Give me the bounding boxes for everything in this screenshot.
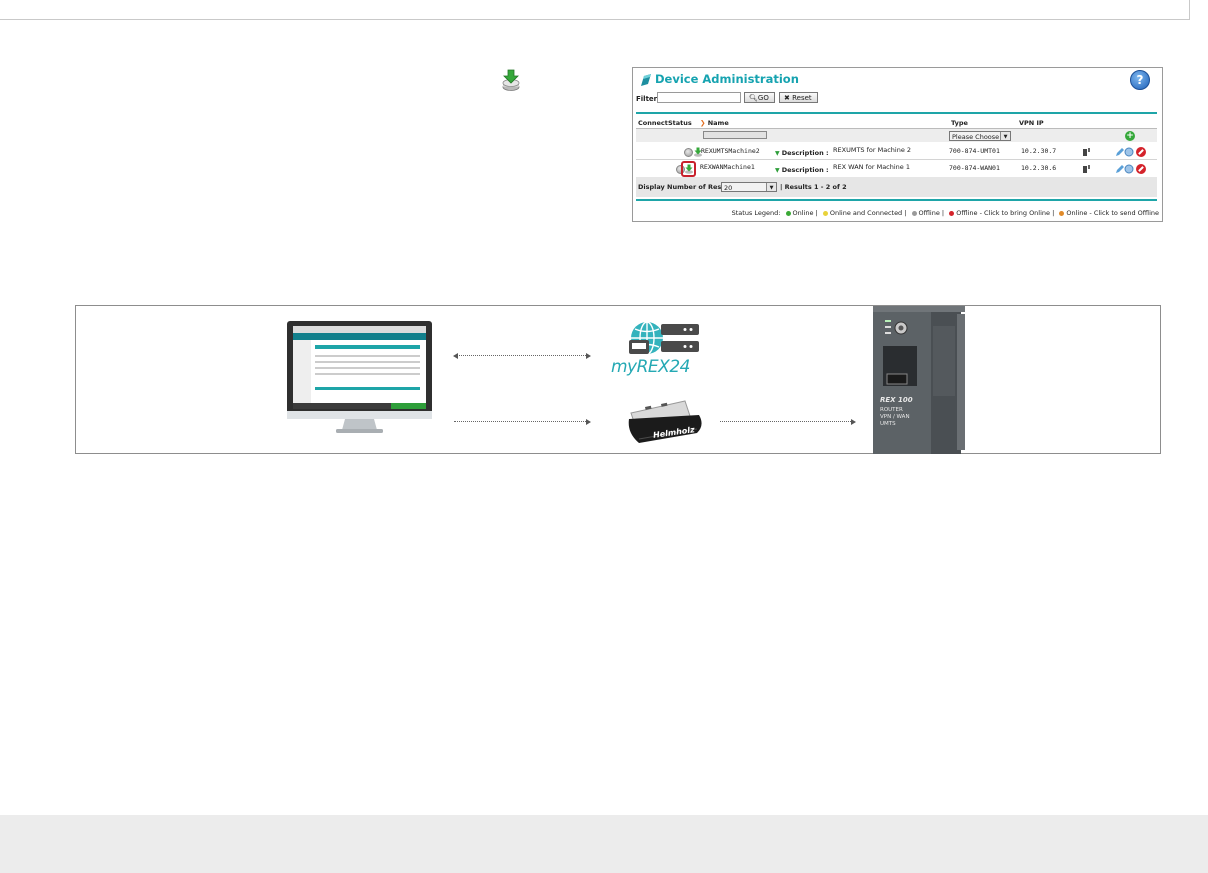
device-name[interactable]: REXUMTSMachine2 (701, 147, 760, 155)
legend-connected: Online and Connected | (829, 209, 907, 217)
router-device-icon (873, 306, 965, 454)
device-vpn-ip: 10.2.30.6 (1021, 164, 1057, 172)
legend-connected-dot (822, 210, 828, 216)
page-top-rule (0, 0, 1208, 20)
help-icon[interactable]: ? (1130, 70, 1150, 90)
legend-online: Online | (792, 209, 818, 217)
legend-offline-dot (911, 210, 917, 216)
description-toggle[interactable]: ▼ Description : (775, 166, 829, 174)
description-toggle[interactable]: ▼ Description : (775, 149, 829, 157)
settings-icon[interactable] (1124, 147, 1134, 157)
name-filter-input[interactable] (703, 131, 767, 139)
page-footer-band (0, 815, 1208, 873)
top-rule-line (0, 19, 1190, 20)
status-legend: Status Legend: Online | Online and Conne… (732, 209, 1159, 217)
reset-button[interactable]: ✖ Reset (779, 92, 818, 103)
column-type: Type (951, 119, 968, 127)
results-select[interactable]: 20 ▼ (721, 182, 777, 192)
chevron-down-icon: ▼ (1000, 132, 1010, 140)
footer-rule (636, 199, 1157, 201)
green-upload-disk-icon (502, 69, 520, 91)
results-select-value: 20 (724, 184, 733, 192)
device-vpn-ip: 10.2.30.7 (1021, 147, 1057, 155)
device-io-icon[interactable] (1082, 147, 1092, 157)
arrow-right (586, 419, 591, 425)
router-line3: UMTS (880, 421, 896, 427)
connection-diagram: myREX24 Helmholz REX 100 ROUTER VPN / WA… (75, 305, 1161, 454)
description-label: Description : (781, 149, 829, 157)
device-description: REX WAN for Machine 1 (833, 163, 911, 171)
link-pc-server (457, 355, 588, 356)
brand-number: 24 (669, 357, 690, 377)
myrex24-logo: myREX24 (611, 357, 690, 377)
legend-send-offline-dot (1059, 210, 1065, 216)
cloud-server-icon (629, 321, 699, 355)
computer-monitor-icon (287, 321, 432, 433)
link-pc-usb (454, 421, 588, 422)
arrow-right (851, 419, 856, 425)
column-name[interactable]: ❯︎ Name (700, 119, 729, 127)
device-description: REXUMTS for Machine 2 (833, 146, 912, 154)
link-usb-router (720, 421, 853, 422)
arrow-left (453, 353, 458, 359)
go-button-label: GO (757, 94, 769, 102)
expand-arrow-icon: ▼ (775, 167, 780, 174)
router-line1: ROUTER (880, 407, 903, 413)
expand-arrow-icon: ▼ (775, 150, 780, 157)
column-status: Status (668, 119, 692, 127)
panel-title: Device Administration (655, 72, 799, 86)
settings-icon[interactable] (1124, 164, 1134, 174)
column-connect: Connect (638, 119, 668, 127)
router-line2: VPN / WAN (880, 414, 910, 420)
router-model: REX 100 (880, 396, 913, 404)
row-separator (636, 159, 1157, 160)
status-online-icon[interactable] (684, 164, 694, 174)
legend-online-dot (785, 210, 791, 216)
column-name-label: Name (707, 119, 729, 127)
device-type: 700-874-WAN01 (949, 164, 1000, 172)
filter-input[interactable] (657, 92, 741, 103)
device-io-icon[interactable] (1082, 164, 1092, 174)
description-label: Description : (781, 166, 829, 174)
legend-bring-online-dot (949, 210, 955, 216)
device-admin-icon (641, 74, 651, 86)
legend-prefix: Status Legend: (731, 209, 781, 217)
usb-stick-icon (628, 400, 702, 443)
legend-send-offline: Online - Click to send Offline (1066, 209, 1159, 217)
type-select[interactable]: Please Choose ▼ (949, 131, 1011, 141)
legend-bring-online: Offline - Click to bring Online | (956, 209, 1055, 217)
delete-icon[interactable] (1136, 147, 1146, 157)
arrow-right (586, 353, 591, 359)
device-name[interactable]: REXWANMachine1 (700, 163, 755, 171)
add-icon[interactable]: + (1125, 131, 1135, 141)
search-icon: 🔍︎ (749, 94, 758, 102)
chevron-down-icon: ▼ (766, 183, 776, 191)
device-type: 700-874-UMT01 (949, 147, 1000, 155)
column-vpn-ip: VPN IP (1019, 119, 1044, 127)
reset-button-label: Reset (792, 94, 812, 102)
delete-icon[interactable] (1136, 164, 1146, 174)
close-icon: ✖ (784, 94, 790, 102)
header-rule (636, 112, 1157, 114)
device-administration-panel: Device Administration ? Filter: 🔍︎GO ✖ R… (632, 67, 1163, 222)
connect-toggle[interactable] (684, 148, 693, 157)
sort-chevron-icon: ❯︎ (700, 119, 706, 127)
go-button[interactable]: 🔍︎GO (744, 92, 775, 103)
legend-offline: Offline | (918, 209, 945, 217)
results-range: | Results 1 - 2 of 2 (780, 183, 847, 191)
top-rule-cap (1189, 0, 1190, 20)
type-select-value: Please Choose (952, 133, 1000, 141)
brand-name: myREX (611, 357, 670, 377)
